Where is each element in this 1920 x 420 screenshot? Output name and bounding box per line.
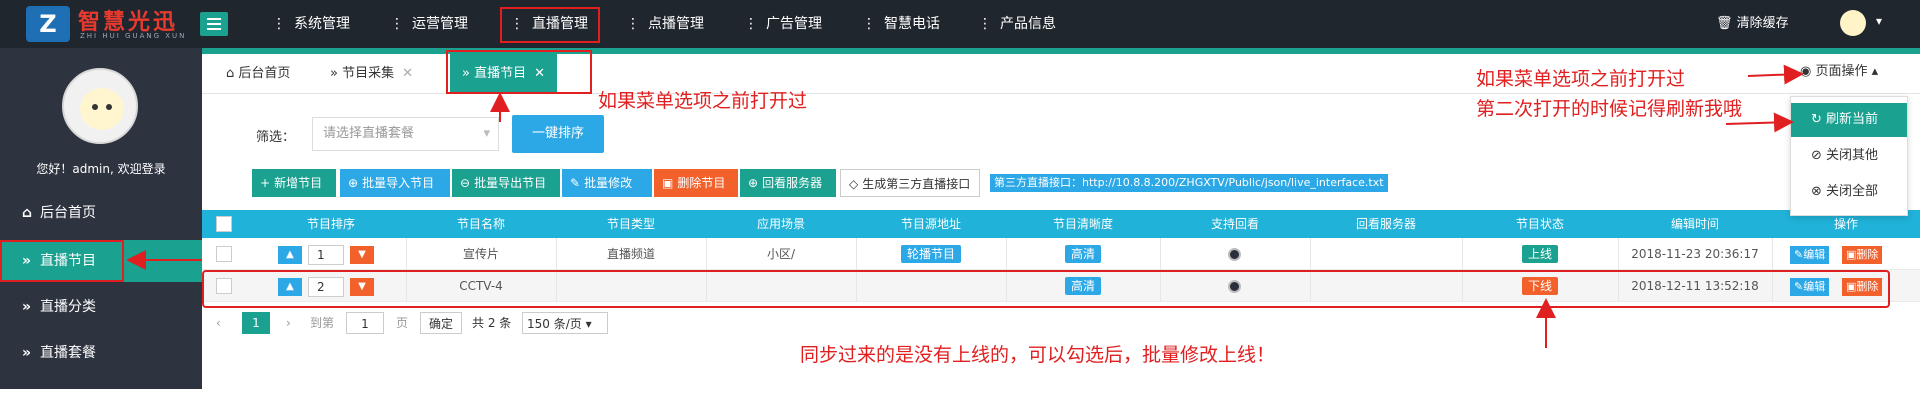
- arrow-to-refresh: [1725, 112, 1794, 133]
- sidebar-item-label: 节目采集: [40, 391, 96, 407]
- annotation-arrows: [126, 64, 1804, 348]
- arrow-to-page-ops: [1747, 64, 1804, 85]
